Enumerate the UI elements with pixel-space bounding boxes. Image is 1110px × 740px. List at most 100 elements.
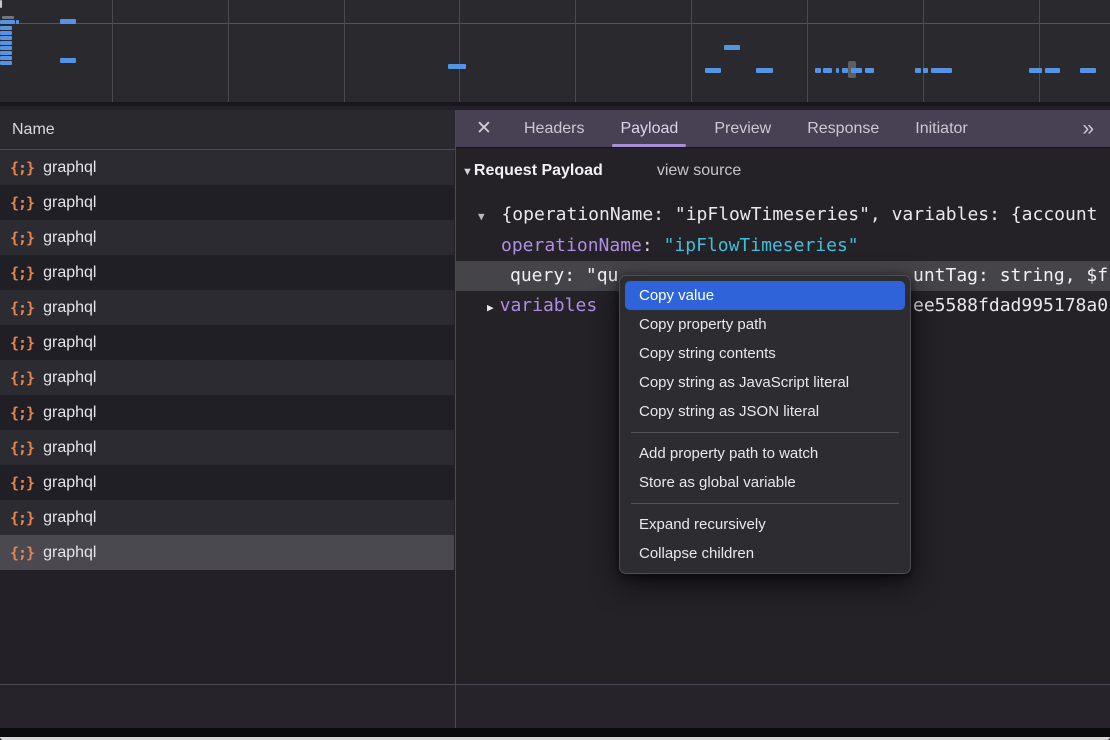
menu-divider	[631, 503, 899, 504]
timeline-request-bar	[0, 46, 12, 50]
request-name: graphql	[43, 334, 96, 352]
tab-preview[interactable]: Preview	[696, 110, 789, 147]
menu-item-copy-value[interactable]: Copy value	[625, 281, 905, 310]
root-object-preview: {operationName: "ipFlowTimeseries", vari…	[501, 204, 1097, 225]
timeline-hgridline	[0, 23, 1110, 24]
name-column-header[interactable]: Name	[0, 110, 455, 150]
tab-response[interactable]: Response	[789, 110, 897, 147]
menu-item-copy-string-as-json-literal[interactable]: Copy string as JSON literal	[625, 397, 905, 426]
request-row[interactable]: {;}graphql	[0, 465, 454, 500]
timeline-request-bar	[1045, 68, 1060, 73]
menu-divider	[631, 432, 899, 433]
json-braces-icon: {;}	[10, 194, 34, 212]
json-braces-icon: {;}	[10, 299, 34, 317]
request-row[interactable]: {;}graphql	[0, 500, 454, 535]
request-row[interactable]: {;}graphql	[0, 535, 454, 570]
key-separator: :	[564, 265, 586, 286]
request-name: graphql	[43, 229, 96, 247]
timeline-gridline	[1039, 0, 1040, 102]
timeline-request-bar	[60, 58, 76, 63]
request-row[interactable]: {;}graphql	[0, 360, 454, 395]
menu-item-expand-recursively[interactable]: Expand recursively	[625, 510, 905, 539]
expanded-arrow-icon[interactable]: ▼	[462, 166, 473, 178]
tab-headers[interactable]: Headers	[506, 110, 602, 147]
more-tabs-icon[interactable]: »	[1082, 117, 1092, 141]
timeline-request-bar	[923, 68, 928, 73]
request-name: graphql	[43, 159, 96, 177]
timeline-request-bar	[705, 68, 721, 73]
timeline-request-bar	[1029, 68, 1042, 73]
timeline-request-bar	[0, 0, 2, 8]
request-row[interactable]: {;} graphql	[0, 150, 454, 185]
timeline-request-bar	[915, 68, 921, 73]
timeline-gridline	[575, 0, 576, 102]
section-title: Request Payload	[474, 162, 603, 180]
timeline-request-bar	[724, 45, 740, 50]
tabs-holder: HeadersPayloadPreviewResponseInitiator	[506, 110, 986, 147]
close-icon[interactable]: ✕	[462, 117, 506, 140]
timeline-request-bar	[16, 20, 19, 24]
network-overview-timeline[interactable]	[0, 0, 1110, 106]
timeline-request-bar	[823, 68, 832, 73]
tree-row-root[interactable]: ▼ {operationName: "ipFlowTimeseries", va…	[456, 200, 1110, 230]
request-row[interactable]: {;}graphql	[0, 395, 454, 430]
menu-item-store-as-global-variable[interactable]: Store as global variable	[625, 468, 905, 497]
detail-tabs: ✕ HeadersPayloadPreviewResponseInitiator…	[456, 110, 1110, 148]
timeline-request-bar	[0, 31, 12, 35]
request-row[interactable]: {;} graphql	[0, 255, 454, 290]
json-braces-icon: {;}	[10, 439, 34, 457]
timeline-request-bar	[0, 26, 12, 30]
request-list: {;} graphql {;} graphql {;} graphql {;} graphql…	[0, 150, 454, 684]
json-braces-icon: {;}	[10, 509, 34, 527]
property-key: variables	[500, 295, 598, 316]
timeline-gridline	[691, 0, 692, 102]
timeline-gridline	[923, 0, 924, 102]
timeline-request-bar	[931, 68, 952, 73]
menu-item-copy-property-path[interactable]: Copy property path	[625, 310, 905, 339]
tab-payload[interactable]: Payload	[602, 110, 696, 147]
timeline-request-bar	[1080, 68, 1096, 73]
timeline-gridline	[344, 0, 345, 102]
timeline-request-bar	[60, 19, 76, 24]
key-separator: :	[642, 235, 664, 256]
menu-item-copy-string-as-javascript-literal[interactable]: Copy string as JavaScript literal	[625, 368, 905, 397]
timeline-gridline	[459, 0, 460, 102]
panel-divider[interactable]	[455, 110, 456, 728]
timeline-request-bar	[448, 64, 466, 69]
context-menu: Copy valueCopy property pathCopy string …	[619, 275, 911, 574]
window-bottom-bar	[0, 728, 1110, 737]
timeline-request-bar	[836, 68, 839, 73]
json-braces-icon: {;}	[10, 264, 34, 282]
request-name: graphql	[43, 264, 96, 282]
timeline-request-bar	[0, 51, 12, 55]
property-key: query	[510, 265, 564, 286]
json-braces-icon: {;}	[10, 474, 34, 492]
timeline-request-bar	[0, 36, 12, 40]
collapsed-arrow-icon[interactable]: ▶	[487, 301, 494, 314]
tab-initiator[interactable]: Initiator	[897, 110, 985, 147]
request-row[interactable]: {;} graphql	[0, 325, 454, 360]
summary-strip	[0, 685, 1110, 728]
menu-item-copy-string-contents[interactable]: Copy string contents	[625, 339, 905, 368]
menu-item-collapse-children[interactable]: Collapse children	[625, 539, 905, 568]
request-name: graphql	[43, 404, 96, 422]
json-braces-icon: {;}	[10, 544, 34, 562]
timeline-request-bar	[0, 61, 12, 65]
request-row[interactable]: {;}graphql	[0, 430, 454, 465]
json-braces-icon: {;}	[10, 334, 34, 352]
view-source-link[interactable]: view source	[657, 162, 741, 180]
tree-row-operationname[interactable]: operationName: "ipFlowTimeseries"	[456, 231, 1110, 261]
expanded-arrow-icon[interactable]: ▼	[478, 210, 485, 223]
timeline-request-bar	[0, 56, 12, 60]
request-row[interactable]: {;}graphql	[0, 185, 454, 220]
request-payload-section-header[interactable]: ▼ Request Payload view source	[462, 162, 741, 180]
request-row[interactable]: {;}graphql	[0, 220, 454, 255]
timeline-request-bar	[815, 68, 821, 73]
json-braces-icon: {;}	[10, 159, 34, 177]
request-row[interactable]: {;} graphql	[0, 290, 454, 325]
request-name: graphql	[43, 299, 96, 317]
timeline-request-bar	[865, 68, 874, 73]
menu-item-add-property-path-to-watch[interactable]: Add property path to watch	[625, 439, 905, 468]
devtools-network-panel: Name {;}graphql{;}graphql{;}graphql{;}gr…	[0, 0, 1110, 740]
property-key: operationName	[501, 235, 642, 256]
